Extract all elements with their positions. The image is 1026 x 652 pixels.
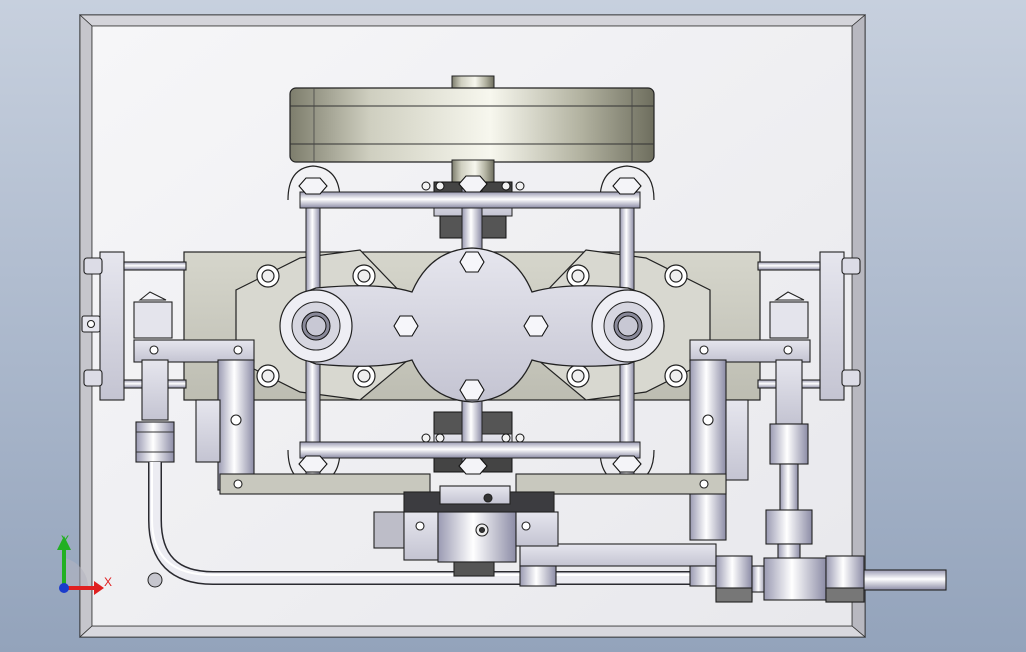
mounting-hole [147,572,163,588]
triad-y-label: Y [61,533,69,547]
cad-viewport[interactable]: Y X [0,0,1026,652]
triad-x-label: X [104,575,112,589]
